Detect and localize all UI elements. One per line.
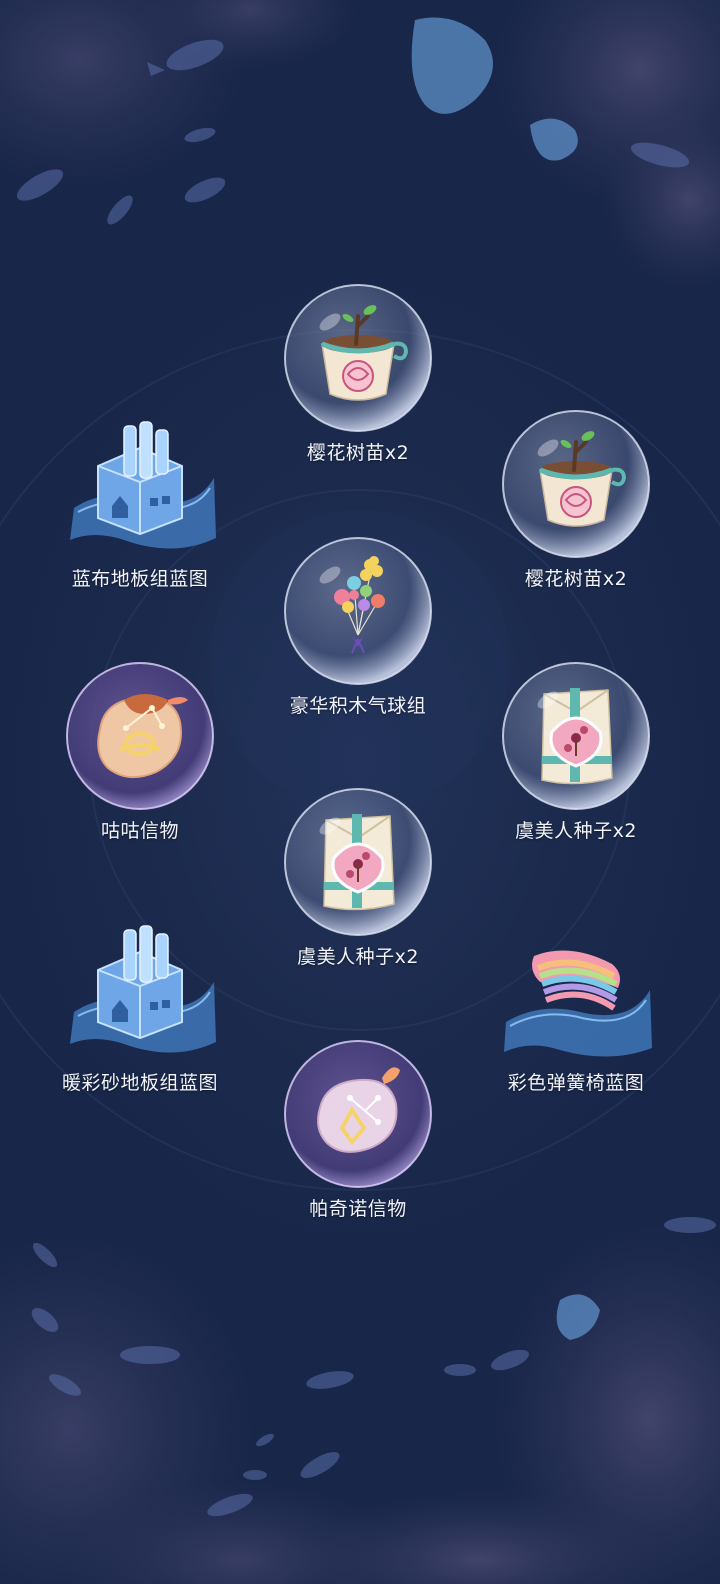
reward-item-gugu-token[interactable]: 咕咕信物 bbox=[40, 660, 240, 880]
reward-label: 咕咕信物 bbox=[100, 820, 179, 842]
reward-item-sakura-sapling[interactable]: 樱花树苗x2 bbox=[258, 282, 458, 502]
reward-screen: 樱花树苗x2 蓝布地板组蓝图 樱花树苗x2 豪华积木气球组 咕咕信物 虞美人种子… bbox=[0, 0, 720, 1584]
reward-item-poppy-seed[interactable]: 虞美人种子x2 bbox=[476, 660, 676, 880]
reward-item-rainbow-spring-chair-blueprint[interactable]: 彩色弹簧椅蓝图 bbox=[476, 912, 676, 1132]
reward-item-luxury-block-balloons[interactable]: 豪华积木气球组 bbox=[258, 535, 458, 755]
gugu-token-icon bbox=[64, 660, 216, 812]
balloon-bunch-icon bbox=[282, 535, 434, 687]
reward-label: 蓝布地板组蓝图 bbox=[71, 568, 209, 590]
reward-item-sakura-sapling[interactable]: 樱花树苗x2 bbox=[476, 408, 676, 628]
reward-label: 彩色弹簧椅蓝图 bbox=[507, 1072, 645, 1094]
reward-item-poppy-seed[interactable]: 虞美人种子x2 bbox=[258, 786, 458, 1006]
reward-item-blue-cloth-floor-blueprint[interactable]: 蓝布地板组蓝图 bbox=[40, 408, 240, 628]
rainbow-spring-chair-icon bbox=[500, 912, 652, 1064]
reward-label: 樱花树苗x2 bbox=[524, 568, 628, 590]
reward-label: 虞美人种子x2 bbox=[297, 946, 419, 968]
poppy-seed-bag-icon bbox=[500, 660, 652, 812]
warm-sand-floor-blueprint-icon bbox=[64, 912, 216, 1064]
blue-cloth-floor-blueprint-icon bbox=[64, 408, 216, 560]
reward-item-warm-sand-floor-blueprint[interactable]: 暖彩砂地板组蓝图 bbox=[40, 912, 240, 1132]
reward-label: 樱花树苗x2 bbox=[306, 442, 410, 464]
reward-label: 暖彩砂地板组蓝图 bbox=[61, 1072, 218, 1094]
reward-item-pachino-token[interactable]: 帕奇诺信物 bbox=[258, 1038, 458, 1258]
reward-label: 虞美人种子x2 bbox=[515, 820, 637, 842]
reward-label: 帕奇诺信物 bbox=[309, 1198, 407, 1220]
pachino-token-icon bbox=[282, 1038, 434, 1190]
poppy-seed-bag-icon bbox=[282, 786, 434, 938]
reward-label: 豪华积木气球组 bbox=[289, 695, 427, 717]
sakura-sapling-icon bbox=[282, 282, 434, 434]
sakura-sapling-icon bbox=[500, 408, 652, 560]
